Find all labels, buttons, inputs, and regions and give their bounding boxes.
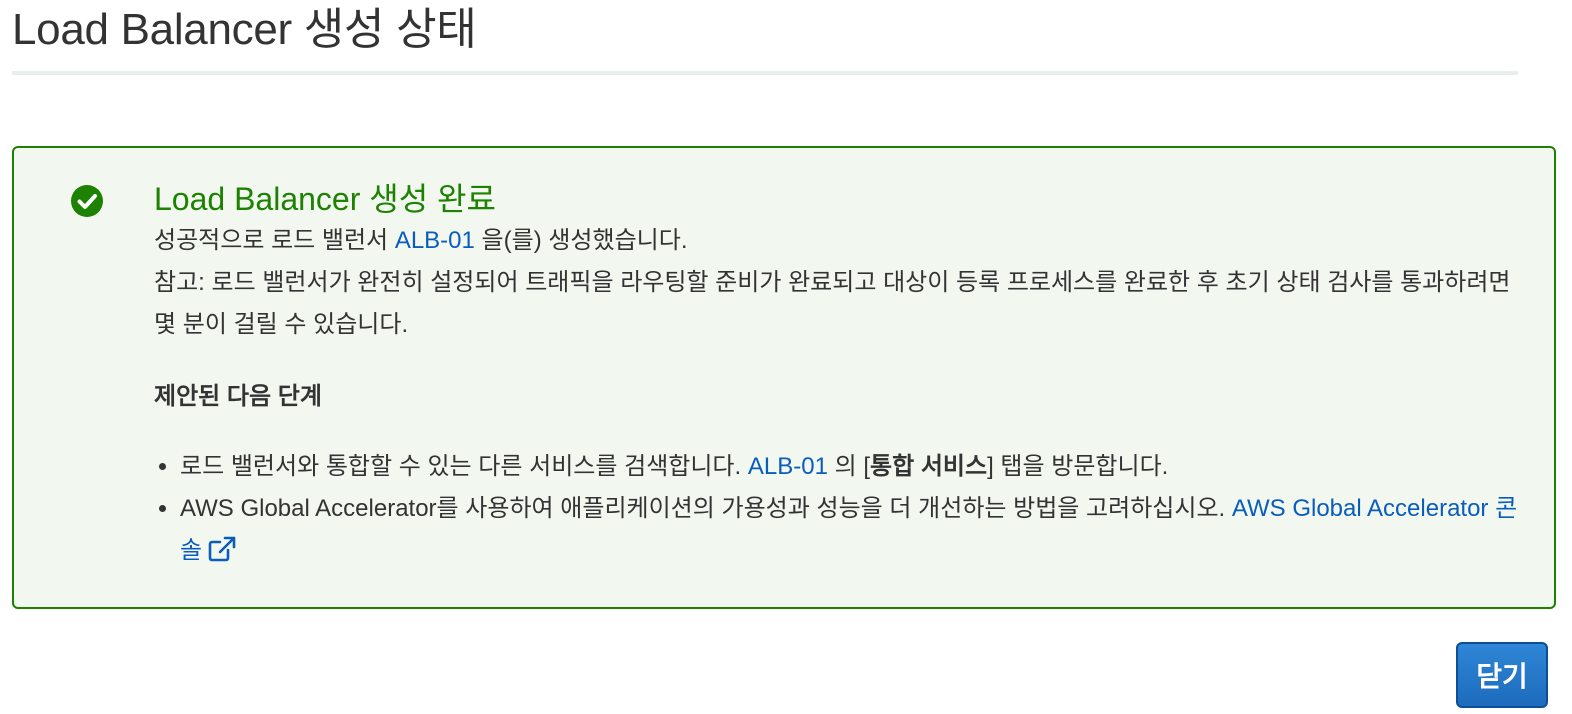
alert-title: Load Balancer 생성 완료 — [154, 181, 496, 217]
list-item: AWS Global Accelerator를 사용하여 애플리케이션의 가용성… — [180, 488, 1534, 572]
next-steps-list: 로드 밸런서와 통합할 수 있는 다른 서비스를 검색합니다. ALB-01 의… — [154, 446, 1534, 572]
step-middle-text: 의 [ — [827, 453, 871, 480]
step-suffix-text: ] 탭을 방문합니다. — [987, 453, 1169, 480]
page-title: Load Balancer 생성 상태 — [12, 5, 477, 54]
check-circle-icon — [70, 184, 104, 218]
alert-message-prefix: 성공적으로 로드 밸런서 — [154, 227, 395, 254]
alert-note: 참고: 로드 밸런서가 완전히 설정되어 트래픽을 라우팅할 준비가 완료되고 … — [154, 269, 1511, 338]
next-steps-heading: 제안된 다음 단계 — [154, 383, 322, 410]
list-item: 로드 밸런서와 통합할 수 있는 다른 서비스를 검색합니다. ALB-01 의… — [180, 446, 1534, 488]
create-status-page: Load Balancer 생성 상태 Load Balancer 생성 완료 … — [0, 0, 1572, 714]
alert-message: 성공적으로 로드 밸런서 ALB-01 을(를) 생성했습니다. — [154, 220, 1534, 262]
step-text: 로드 밸런서와 통합할 수 있는 다른 서비스를 검색합니다. — [180, 453, 748, 480]
integrated-services-tab-label: 통합 서비스 — [870, 453, 988, 480]
success-alert: Load Balancer 생성 완료 성공적으로 로드 밸런서 ALB-01 … — [12, 146, 1556, 609]
external-link-icon — [208, 534, 236, 562]
alert-body: Load Balancer 생성 완료 성공적으로 로드 밸런서 ALB-01 … — [154, 178, 1534, 572]
close-button[interactable]: 닫기 — [1456, 642, 1548, 708]
step-text: AWS Global Accelerator를 사용하여 애플리케이션의 가용성… — [180, 495, 1232, 522]
load-balancer-link[interactable]: ALB-01 — [748, 453, 828, 480]
alert-message-suffix: 을(를) 생성했습니다. — [474, 227, 688, 254]
load-balancer-link[interactable]: ALB-01 — [395, 227, 475, 254]
title-divider — [12, 71, 1518, 75]
